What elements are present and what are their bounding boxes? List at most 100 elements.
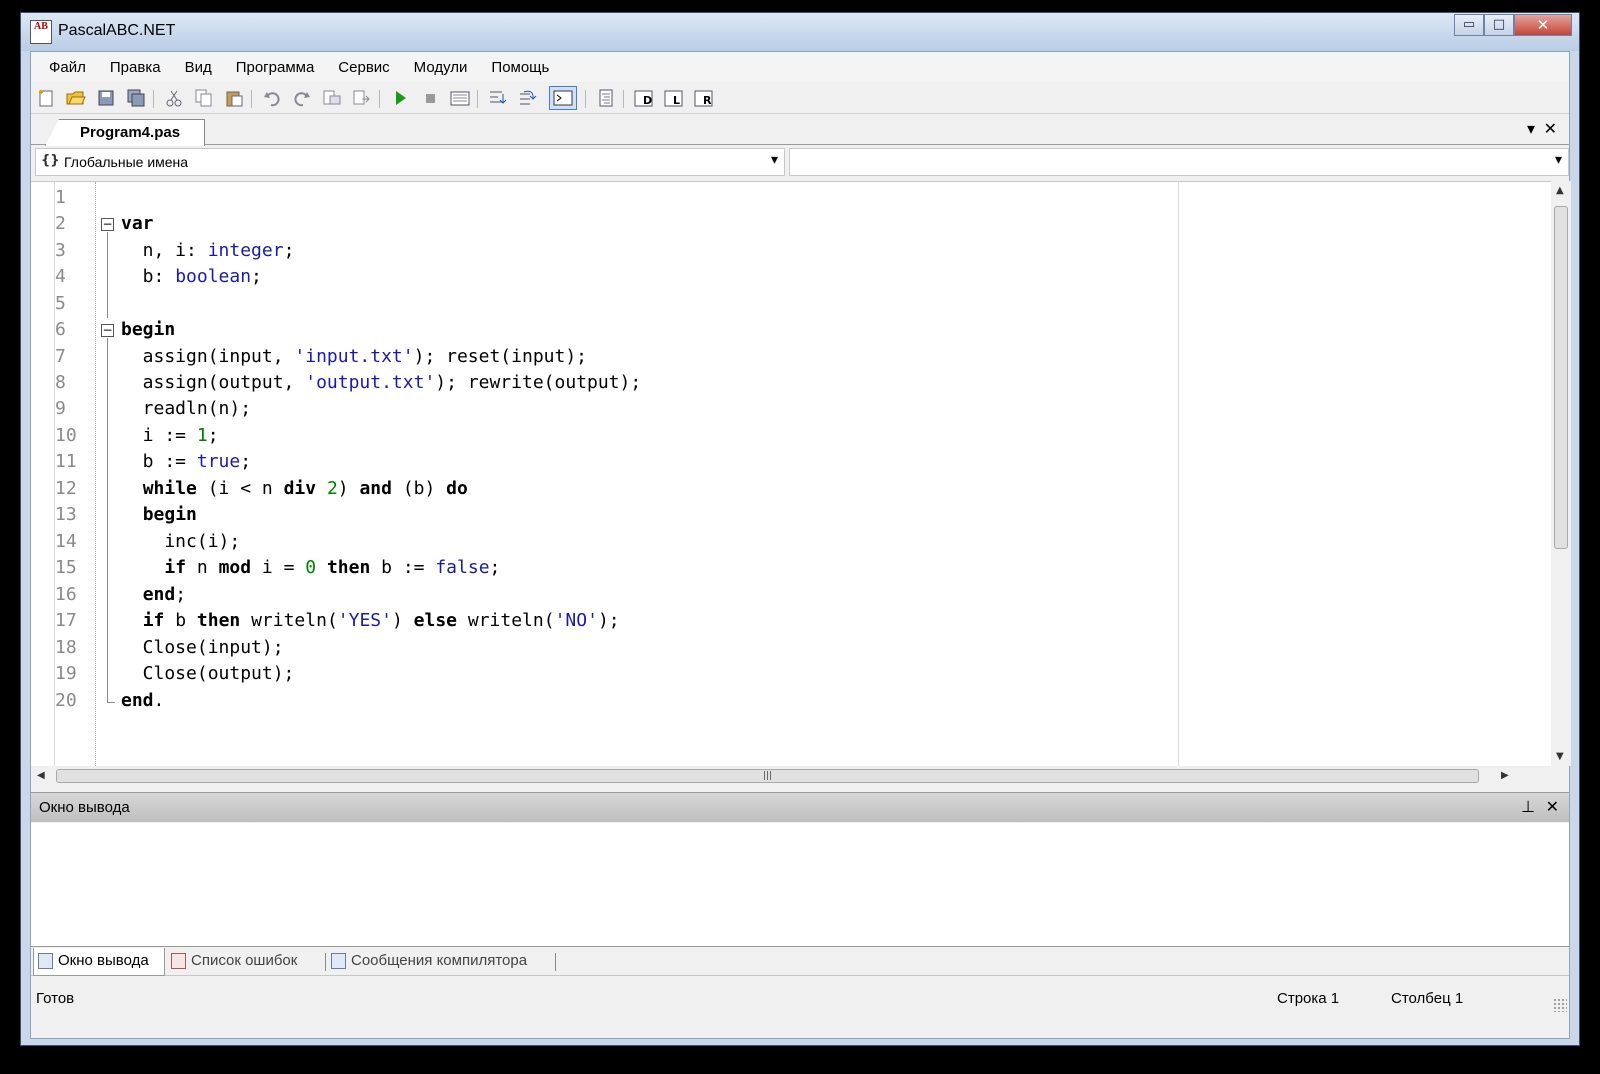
code-token: (i < n: [196, 478, 284, 499]
menu-program[interactable]: Программа: [224, 59, 327, 76]
close-icon[interactable]: ✕: [1546, 797, 1559, 816]
code-line[interactable]: b := true;: [121, 451, 251, 472]
code-token: integer: [207, 240, 284, 261]
run-icon[interactable]: [389, 88, 411, 108]
compile-icon[interactable]: [449, 88, 471, 108]
scroll-left-icon[interactable]: ◀: [37, 770, 45, 781]
tab-program4[interactable]: Program4.pas: [45, 119, 205, 146]
code-editor[interactable]: 1 2 3 4 5 6 7 8 9 10 11 12 13 14 15 16 1…: [31, 181, 1551, 766]
menu-edit[interactable]: Правка: [98, 59, 173, 76]
pin-icon[interactable]: ⊥: [1521, 797, 1535, 816]
step-over-icon[interactable]: [517, 88, 539, 108]
fold-toggle-icon[interactable]: −: [101, 218, 114, 231]
debug-r-icon[interactable]: R: [693, 88, 715, 108]
code-line[interactable]: if n mod i = 0 then b := false;: [121, 557, 500, 578]
copy-icon[interactable]: [193, 88, 215, 108]
code-token: true: [196, 451, 241, 472]
find-icon[interactable]: [321, 88, 343, 108]
right-margin-line: [1178, 182, 1179, 766]
save-all-icon[interactable]: [125, 88, 147, 108]
debug-d-icon[interactable]: D: [633, 88, 655, 108]
format-icon[interactable]: [595, 88, 617, 108]
output-text-area[interactable]: [31, 823, 1569, 947]
scroll-down-icon[interactable]: ▼: [1556, 751, 1564, 762]
step-into-icon[interactable]: [487, 88, 509, 108]
line-number: 4: [55, 266, 66, 287]
scroll-up-icon[interactable]: ▲: [1556, 185, 1564, 196]
code-token: writeln(: [457, 610, 555, 631]
resize-grip[interactable]: [1553, 998, 1567, 1012]
code-token: mod: [218, 557, 252, 578]
paste-icon[interactable]: [223, 88, 245, 108]
fold-margin-line: [95, 182, 96, 766]
code-line[interactable]: Close(output);: [121, 663, 295, 684]
code-token: 'input.txt': [294, 346, 414, 367]
code-line[interactable]: assign(input, 'input.txt'); reset(input)…: [121, 346, 587, 367]
minimize-button[interactable]: ▭: [1454, 14, 1484, 36]
code-line[interactable]: while (i < n div 2) and (b) do: [121, 478, 468, 499]
scope-combo[interactable]: {} Глобальные имена ▾: [35, 148, 785, 176]
code-line[interactable]: end.: [121, 690, 164, 711]
undo-icon[interactable]: [261, 88, 283, 108]
tab-label: Program4.pas: [80, 124, 181, 141]
member-combo[interactable]: ▾: [789, 148, 1569, 176]
line-number: 15: [55, 557, 77, 578]
code-line[interactable]: begin: [121, 319, 175, 340]
title-bar[interactable]: AB PascalABC.NET ▭ □ ✕: [21, 13, 1579, 51]
chevron-down-icon: ▾: [1554, 152, 1562, 168]
code-token: if: [164, 557, 187, 578]
code-line[interactable]: n, i: integer;: [121, 240, 295, 261]
redo-icon[interactable]: [291, 88, 313, 108]
tab-list-dropdown-icon[interactable]: ▾: [1527, 119, 1535, 138]
menu-view[interactable]: Вид: [173, 59, 224, 76]
code-line[interactable]: if b then writeln('YES') else writeln('N…: [121, 610, 620, 631]
cut-icon[interactable]: [163, 88, 185, 108]
open-icon[interactable]: [65, 88, 87, 108]
stop-icon[interactable]: [419, 88, 441, 108]
code-token: ;: [251, 266, 262, 287]
line-number: 1: [55, 187, 66, 208]
code-token: (b): [391, 478, 447, 499]
new-file-icon[interactable]: [35, 88, 57, 108]
toolbar-separator: [623, 90, 624, 108]
code-line[interactable]: assign(output, 'output.txt'); rewrite(ou…: [121, 372, 642, 393]
code-line[interactable]: i := 1;: [121, 425, 219, 446]
code-line[interactable]: end;: [121, 584, 186, 605]
code-token: begin: [142, 504, 197, 525]
code-line[interactable]: Close(input);: [121, 637, 284, 658]
code-line[interactable]: begin: [121, 504, 197, 525]
code-token: );: [597, 610, 620, 631]
line-number: 7: [55, 346, 66, 367]
tab-output[interactable]: Окно вывода: [33, 948, 165, 976]
code-line[interactable]: inc(i);: [121, 531, 240, 552]
scroll-right-icon[interactable]: ▶: [1501, 770, 1509, 781]
console-icon[interactable]: [549, 86, 577, 110]
status-bar: Готов Строка 1 Столбец 1: [31, 982, 1569, 1016]
code-line[interactable]: b: boolean;: [121, 266, 262, 287]
vertical-scroll-thumb[interactable]: [1554, 206, 1568, 549]
tab-compiler-messages[interactable]: Сообщения компилятора: [327, 948, 553, 976]
horizontal-scroll-thumb[interactable]: |||: [56, 769, 1479, 783]
replace-icon[interactable]: [351, 88, 373, 108]
tab-compiler-messages-label: Сообщения компилятора: [351, 952, 528, 969]
fold-toggle-icon[interactable]: −: [101, 324, 114, 337]
menu-file[interactable]: Файл: [37, 59, 98, 76]
menu-service[interactable]: Сервис: [326, 59, 401, 76]
code-line[interactable]: var: [121, 213, 154, 234]
code-line[interactable]: readln(n);: [121, 398, 251, 419]
save-icon[interactable]: [95, 88, 117, 108]
maximize-button[interactable]: □: [1484, 14, 1514, 36]
tab-error-list[interactable]: Список ошибок: [167, 948, 323, 976]
menu-modules[interactable]: Модули: [402, 59, 480, 76]
debug-l-icon[interactable]: L: [663, 88, 685, 108]
code-token: n: [186, 557, 219, 578]
horizontal-scrollbar[interactable]: ◀ ||| ▶: [31, 766, 1551, 786]
menu-help[interactable]: Помощь: [479, 59, 561, 76]
close-button[interactable]: ✕: [1514, 14, 1572, 36]
code-token: end: [121, 690, 154, 711]
code-token: do: [446, 478, 468, 499]
tab-close-icon[interactable]: ✕: [1544, 119, 1557, 138]
toolbar-separator: [153, 90, 154, 108]
vertical-scrollbar[interactable]: ▲ ▼: [1551, 181, 1571, 766]
